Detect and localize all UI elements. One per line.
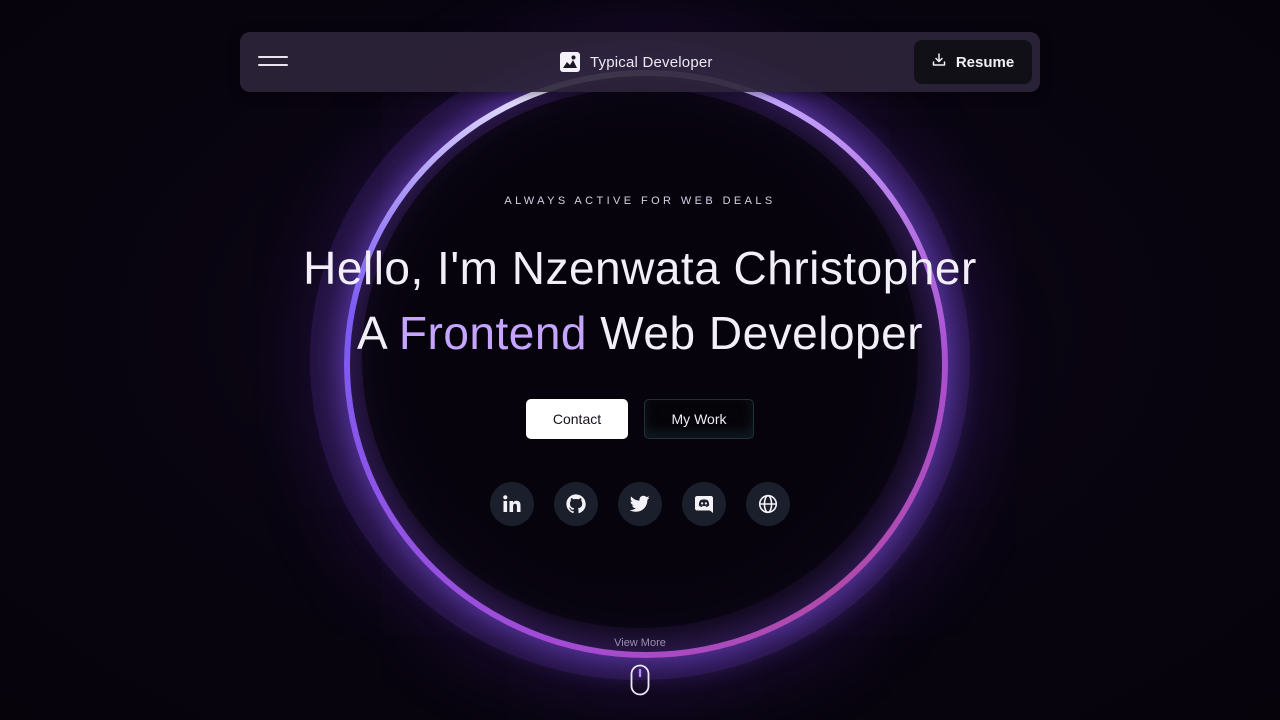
social-links xyxy=(0,482,1280,526)
role-suffix: Web Developer xyxy=(587,307,924,359)
menu-line-bottom xyxy=(258,64,288,66)
hero-eyebrow: ALWAYS ACTIVE FOR WEB DEALS xyxy=(504,195,776,207)
glowing-ring xyxy=(344,70,948,658)
hamburger-menu-icon[interactable] xyxy=(258,52,288,72)
menu-line-top xyxy=(258,56,288,58)
navbar: Typical Developer Resume xyxy=(240,32,1040,92)
resume-button[interactable]: Resume xyxy=(914,40,1032,84)
view-more-link[interactable]: View More xyxy=(0,637,1280,649)
resume-label: Resume xyxy=(955,53,1015,71)
hero-greeting: Hello, I'm Nzenwata Christopher xyxy=(303,242,977,294)
discord-icon[interactable] xyxy=(682,482,726,526)
role-accent: Frontend xyxy=(398,307,588,359)
github-icon[interactable] xyxy=(554,482,598,526)
contact-button[interactable]: Contact xyxy=(526,399,628,439)
hero-section: Typical Developer Resume ALWAYS ACTIVE F… xyxy=(0,0,1280,720)
download-icon xyxy=(932,52,946,72)
twitter-icon[interactable] xyxy=(618,482,662,526)
image-logo-icon xyxy=(560,52,580,72)
my-work-button[interactable]: My Work xyxy=(644,399,754,439)
mouse-scroll-icon[interactable] xyxy=(630,664,650,696)
hero-role: A Frontend Web Developer xyxy=(0,306,1280,360)
linkedin-icon[interactable] xyxy=(490,482,534,526)
role-prefix: A xyxy=(356,307,399,359)
brand-name: Typical Developer xyxy=(590,53,713,71)
ring-glow xyxy=(310,40,970,680)
cta-buttons: Contact My Work xyxy=(0,399,1280,439)
globe-icon[interactable] xyxy=(746,482,790,526)
brand-link[interactable]: Typical Developer xyxy=(560,32,713,92)
